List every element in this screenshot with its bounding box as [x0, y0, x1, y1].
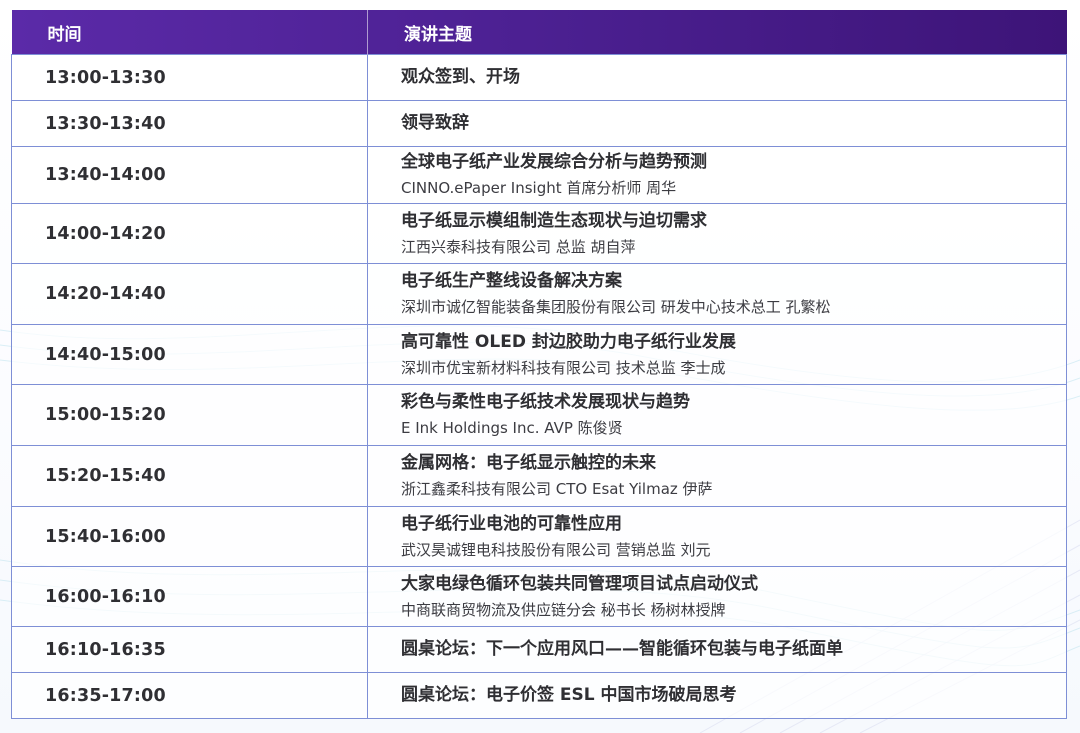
table-row: 16:10-16:35 圆桌论坛：下一个应用风口——智能循环包装与电子纸面单	[11, 626, 1067, 673]
table-row: 13:40-14:00 全球电子纸产业发展综合分析与趋势预测 CINNO.ePa…	[11, 146, 1067, 204]
time-cell: 14:40-15:00	[11, 324, 368, 385]
topic-cell: 金属网格：电子纸显示触控的未来 浙江鑫柔科技有限公司 CTO Esat Yilm…	[367, 445, 1067, 507]
agenda-table: 时间 演讲主题 13:00-13:30 观众签到、开场 13:30-13:40 …	[11, 10, 1067, 719]
session-title: 观众签到、开场	[401, 67, 520, 87]
topic-cell: 电子纸显示模组制造生态现状与迫切需求 江西兴泰科技有限公司 总监 胡自萍	[367, 203, 1067, 264]
session-speaker: 深圳市优宝新材料科技有限公司 技术总监 李士成	[401, 358, 726, 377]
header-topic: 演讲主题	[367, 10, 1067, 55]
session-title: 电子纸显示模组制造生态现状与迫切需求	[401, 210, 707, 231]
time-cell: 15:40-16:00	[11, 506, 368, 567]
session-title: 圆桌论坛：电子价签 ESL 中国市场破局思考	[401, 685, 737, 705]
time-cell: 15:20-15:40	[11, 445, 368, 507]
session-speaker: 浙江鑫柔科技有限公司 CTO Esat Yilmaz 伊萨	[401, 480, 713, 498]
table-row: 16:35-17:00 圆桌论坛：电子价签 ESL 中国市场破局思考	[11, 672, 1067, 719]
time-slot: 15:20-15:40	[45, 466, 166, 486]
session-speaker: 中商联商贸物流及供应链分会 秘书长 杨树林授牌	[401, 600, 726, 619]
header-time: 时间	[47, 24, 82, 45]
topic-cell: 电子纸行业电池的可靠性应用 武汉昊诚锂电科技股份有限公司 营销总监 刘元	[367, 506, 1067, 567]
topic-cell: 彩色与柔性电子纸技术发展现状与趋势 E Ink Holdings Inc. AV…	[367, 384, 1067, 446]
time-slot: 14:20-14:40	[45, 284, 166, 304]
time-slot: 14:40-15:00	[45, 344, 166, 365]
topic-cell: 高可靠性 OLED 封边胶助力电子纸行业发展 深圳市优宝新材料科技有限公司 技术…	[367, 324, 1067, 385]
table-row: 14:20-14:40 电子纸生产整线设备解决方案 深圳市诚亿智能装备集团股份有…	[11, 263, 1067, 325]
table-row: 13:00-13:30 观众签到、开场	[11, 54, 1067, 101]
time-cell: 13:30-13:40	[11, 100, 368, 147]
topic-cell: 观众签到、开场	[367, 54, 1067, 101]
table-row: 13:30-13:40 领导致辞	[11, 100, 1067, 147]
time-cell: 13:00-13:30	[11, 54, 368, 101]
session-title: 大家电绿色循环包装共同管理项目试点启动仪式	[401, 573, 758, 594]
session-title: 全球电子纸产业发展综合分析与趋势预测	[401, 152, 707, 172]
time-cell: 13:40-14:00	[11, 146, 368, 204]
time-slot: 13:30-13:40	[45, 113, 166, 134]
time-cell: 16:00-16:10	[11, 566, 368, 627]
topic-cell: 圆桌论坛：电子价签 ESL 中国市场破局思考	[367, 672, 1067, 719]
time-slot: 14:00-14:20	[45, 223, 166, 244]
table-row: 14:00-14:20 电子纸显示模组制造生态现状与迫切需求 江西兴泰科技有限公…	[11, 203, 1067, 264]
table-row: 15:20-15:40 金属网格：电子纸显示触控的未来 浙江鑫柔科技有限公司 C…	[11, 445, 1067, 507]
session-title: 高可靠性 OLED 封边胶助力电子纸行业发展	[401, 331, 736, 352]
time-slot: 15:00-15:20	[45, 405, 166, 425]
agenda-page: 时间 演讲主题 13:00-13:30 观众签到、开场 13:30-13:40 …	[0, 0, 1080, 733]
time-cell: 15:00-15:20	[11, 384, 368, 446]
table-row: 14:40-15:00 高可靠性 OLED 封边胶助力电子纸行业发展 深圳市优宝…	[11, 324, 1067, 385]
session-title: 圆桌论坛：下一个应用风口——智能循环包装与电子纸面单	[401, 639, 843, 659]
session-title: 彩色与柔性电子纸技术发展现状与趋势	[401, 392, 690, 412]
session-title: 电子纸生产整线设备解决方案	[401, 271, 622, 291]
session-speaker: 江西兴泰科技有限公司 总监 胡自萍	[401, 237, 636, 256]
time-slot: 13:00-13:30	[45, 67, 166, 88]
session-speaker: 深圳市诚亿智能装备集团股份有限公司 研发中心技术总工 孔繁松	[401, 298, 831, 316]
time-slot: 15:40-16:00	[45, 526, 166, 547]
session-title: 电子纸行业电池的可靠性应用	[401, 513, 622, 534]
session-speaker: E Ink Holdings Inc. AVP 陈俊贤	[401, 419, 623, 437]
table-row: 15:40-16:00 电子纸行业电池的可靠性应用 武汉昊诚锂电科技股份有限公司…	[11, 506, 1067, 567]
time-slot: 16:00-16:10	[45, 586, 166, 607]
session-title: 领导致辞	[401, 113, 469, 133]
time-slot: 13:40-14:00	[45, 165, 166, 185]
topic-cell: 圆桌论坛：下一个应用风口——智能循环包装与电子纸面单	[367, 626, 1067, 673]
time-cell: 16:10-16:35	[11, 626, 368, 673]
time-slot: 16:10-16:35	[45, 639, 166, 660]
session-speaker: CINNO.ePaper Insight 首席分析师 周华	[401, 179, 677, 197]
topic-cell: 领导致辞	[367, 100, 1067, 147]
topic-cell: 电子纸生产整线设备解决方案 深圳市诚亿智能装备集团股份有限公司 研发中心技术总工…	[367, 263, 1067, 325]
time-slot: 16:35-17:00	[45, 685, 166, 706]
time-cell: 16:35-17:00	[11, 672, 368, 719]
topic-cell: 全球电子纸产业发展综合分析与趋势预测 CINNO.ePaper Insight …	[367, 146, 1067, 204]
table-row: 15:00-15:20 彩色与柔性电子纸技术发展现状与趋势 E Ink Hold…	[11, 384, 1067, 446]
time-cell: 14:20-14:40	[11, 263, 368, 325]
topic-cell: 大家电绿色循环包装共同管理项目试点启动仪式 中商联商贸物流及供应链分会 秘书长 …	[367, 566, 1067, 627]
agenda-header: 时间 演讲主题	[11, 10, 1067, 55]
session-title: 金属网格：电子纸显示触控的未来	[401, 453, 656, 473]
session-speaker: 武汉昊诚锂电科技股份有限公司 营销总监 刘元	[401, 540, 711, 559]
time-cell: 14:00-14:20	[11, 203, 368, 264]
table-row: 16:00-16:10 大家电绿色循环包装共同管理项目试点启动仪式 中商联商贸物…	[11, 566, 1067, 627]
